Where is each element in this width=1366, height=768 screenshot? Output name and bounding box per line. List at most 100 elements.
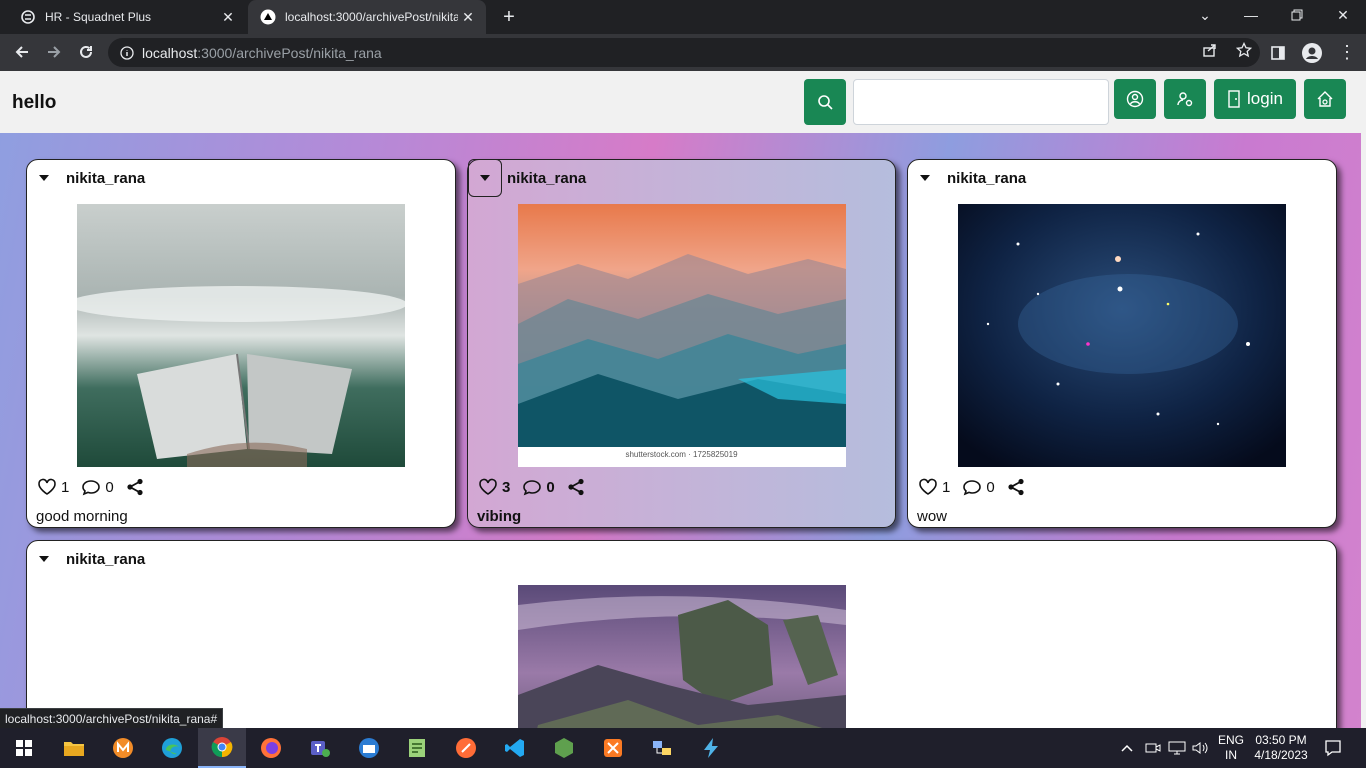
search-button[interactable] xyxy=(804,79,846,125)
comment-icon[interactable] xyxy=(522,478,542,496)
clock-time: 03:50 PM xyxy=(1255,733,1307,747)
like-count: 1 xyxy=(942,478,951,496)
app-header: hello login xyxy=(0,71,1361,133)
squadnet-favicon-icon xyxy=(20,9,36,25)
file-explorer-icon[interactable] xyxy=(50,728,98,768)
post-caption: vibing xyxy=(477,508,522,525)
chevron-up-icon xyxy=(1121,744,1133,752)
post-username: nikita_rana xyxy=(507,169,587,187)
like-heart-icon[interactable] xyxy=(37,478,57,496)
nextjs-favicon-icon xyxy=(260,9,276,25)
notifications-icon[interactable] xyxy=(1324,728,1342,768)
post-options-toggle[interactable] xyxy=(27,541,61,577)
share-icon[interactable] xyxy=(567,478,585,496)
notepad-icon[interactable] xyxy=(393,728,441,768)
teams-icon[interactable] xyxy=(296,728,344,768)
tab-squadnet[interactable]: HR - Squadnet Plus ✕ xyxy=(8,0,246,34)
back-button[interactable] xyxy=(6,36,38,68)
user-settings-button[interactable] xyxy=(1164,79,1206,119)
post-image xyxy=(517,585,846,728)
tab-search-icon[interactable]: ⌄ xyxy=(1182,0,1228,30)
post-username: nikita_rana xyxy=(66,169,146,187)
postman-icon[interactable] xyxy=(442,728,490,768)
windows-taskbar: ENG IN 03:50 PM 4/18/2023 xyxy=(0,728,1366,768)
post-card: nikita_rana 1 0 wow xyxy=(907,159,1337,528)
volume-icon[interactable] xyxy=(1192,728,1208,768)
browser-menu-icon[interactable]: ⋮ xyxy=(1338,34,1356,71)
post-options-toggle[interactable] xyxy=(468,159,502,197)
address-bar[interactable]: localhost:3000/archivePost/nikita_rana xyxy=(108,38,1260,67)
browser-toolbar: localhost:3000/archivePost/nikita_rana ⋮ xyxy=(0,34,1366,71)
search-input[interactable] xyxy=(853,79,1109,125)
reload-button[interactable] xyxy=(70,36,102,68)
comment-icon[interactable] xyxy=(962,478,982,496)
caret-down-icon xyxy=(39,175,49,181)
caret-down-icon xyxy=(480,175,490,181)
restore-button[interactable] xyxy=(1274,0,1320,30)
tab-title: HR - Squadnet Plus xyxy=(45,10,152,24)
tab-title: localhost:3000/archivePost/nikita_rana xyxy=(285,10,458,24)
bookmark-star-icon[interactable] xyxy=(1235,41,1253,63)
mail-app-icon[interactable] xyxy=(345,728,393,768)
network-app-icon[interactable] xyxy=(638,728,686,768)
edge-browser-icon[interactable] xyxy=(148,728,196,768)
brand-title: hello xyxy=(12,92,57,113)
close-tab-icon[interactable]: ✕ xyxy=(458,7,478,27)
post-card: nikita_rana xyxy=(26,540,1337,728)
caret-down-icon xyxy=(39,556,49,562)
like-count: 3 xyxy=(502,478,511,496)
profile-button[interactable] xyxy=(1114,79,1156,119)
app-orange-icon[interactable] xyxy=(99,728,147,768)
post-image xyxy=(77,204,405,467)
post-options-toggle[interactable] xyxy=(27,160,61,196)
xampp-icon[interactable] xyxy=(589,728,637,768)
share-icon[interactable] xyxy=(126,478,144,496)
side-panel-icon[interactable] xyxy=(1270,34,1286,71)
browser-tab-strip: HR - Squadnet Plus ✕ localhost:3000/arch… xyxy=(0,0,1366,34)
status-link-preview: localhost:3000/archivePost/nikita_rana# xyxy=(0,708,224,728)
share-icon[interactable] xyxy=(1007,478,1025,496)
start-button[interactable] xyxy=(0,728,48,768)
post-caption: good morning xyxy=(36,508,128,525)
post-caption: wow xyxy=(917,508,948,525)
vscode-icon[interactable] xyxy=(491,728,539,768)
post-image xyxy=(958,204,1286,467)
forward-button[interactable] xyxy=(38,36,70,68)
image-watermark: shutterstock.com · 1725825019 xyxy=(625,450,738,459)
new-tab-button[interactable]: + xyxy=(498,6,520,28)
post-card: nikita_rana 1 0 good morning xyxy=(26,159,456,528)
clock-date: 4/18/2023 xyxy=(1254,748,1308,762)
firefox-browser-icon[interactable] xyxy=(247,728,295,768)
show-hidden-icons[interactable] xyxy=(1120,728,1134,768)
login-label: login xyxy=(1247,89,1283,108)
like-heart-icon[interactable] xyxy=(478,478,498,496)
chrome-browser-icon[interactable] xyxy=(198,728,246,768)
home-gear-icon xyxy=(1317,91,1333,107)
minimize-button[interactable]: — xyxy=(1228,0,1274,30)
post-card: nikita_rana shutterstock.com · 172582501… xyxy=(467,159,896,528)
windows-logo-icon xyxy=(16,740,32,756)
profile-avatar-icon[interactable] xyxy=(1302,34,1322,71)
lightning-app-icon[interactable] xyxy=(687,728,735,768)
close-window-button[interactable]: ✕ xyxy=(1320,0,1366,30)
input-language[interactable]: ENG IN xyxy=(1218,728,1244,768)
tab-archive-post[interactable]: localhost:3000/archivePost/nikita_rana ✕ xyxy=(248,0,486,34)
home-button[interactable] xyxy=(1304,79,1346,119)
comment-icon[interactable] xyxy=(81,478,101,496)
site-info-icon[interactable] xyxy=(112,45,142,60)
network-icon[interactable] xyxy=(1168,728,1186,768)
door-icon xyxy=(1228,90,1240,108)
like-heart-icon[interactable] xyxy=(918,478,938,496)
search-icon xyxy=(818,95,833,110)
post-image: shutterstock.com · 1725825019 xyxy=(517,204,846,467)
page-scrollbar[interactable] xyxy=(1361,71,1366,728)
comment-count: 0 xyxy=(546,478,555,496)
close-tab-icon[interactable]: ✕ xyxy=(218,7,238,27)
post-options-toggle[interactable] xyxy=(908,160,942,196)
login-button[interactable]: login xyxy=(1214,79,1296,119)
caret-down-icon xyxy=(920,175,930,181)
meet-now-icon[interactable] xyxy=(1145,728,1161,768)
clock[interactable]: 03:50 PM 4/18/2023 xyxy=(1254,728,1308,768)
share-page-icon[interactable] xyxy=(1202,42,1218,63)
nodejs-icon[interactable] xyxy=(540,728,588,768)
